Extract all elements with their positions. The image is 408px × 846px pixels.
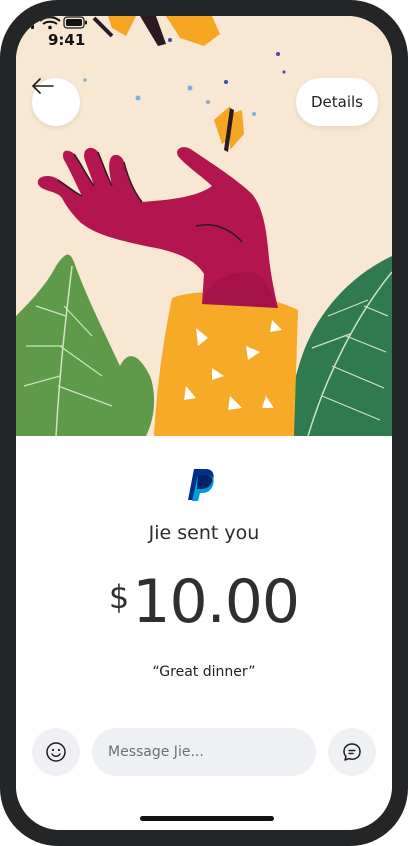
chat-bubble-icon — [343, 743, 361, 761]
yellow-sleeve — [154, 292, 298, 436]
amount-display: $ 10.00 — [16, 568, 392, 636]
left-leaf — [16, 254, 155, 436]
details-button[interactable]: Details — [296, 78, 378, 126]
status-time: 9:41 — [48, 31, 86, 49]
sender-text: Jie sent you — [148, 522, 260, 544]
hero-illustration: 9:41 Details — [16, 16, 392, 436]
screen: 9:41 Details Jie sent you $ 10.00 “Great… — [16, 16, 392, 830]
arrow-left-icon — [32, 78, 54, 94]
chat-button[interactable] — [328, 728, 376, 776]
right-leaf — [287, 256, 392, 436]
signal-icon — [16, 16, 34, 29]
small-butterfly — [214, 106, 244, 152]
status-icons — [16, 16, 87, 30]
paypal-logo — [188, 469, 214, 501]
status-bar: 9:41 — [16, 16, 392, 66]
amount-value: 10.00 — [132, 567, 300, 637]
battery-icon — [63, 16, 87, 29]
wifi-icon — [39, 16, 61, 30]
message-composer — [16, 728, 392, 778]
currency-symbol: $ — [108, 578, 130, 616]
home-indicator[interactable] — [140, 816, 274, 821]
phone-frame: 9:41 Details Jie sent you $ 10.00 “Great… — [0, 0, 408, 846]
payment-note: “Great dinner” — [152, 664, 256, 680]
emoji-button[interactable] — [32, 728, 80, 776]
smiley-icon — [46, 742, 66, 762]
message-input[interactable] — [92, 728, 316, 776]
back-button[interactable] — [32, 78, 80, 126]
